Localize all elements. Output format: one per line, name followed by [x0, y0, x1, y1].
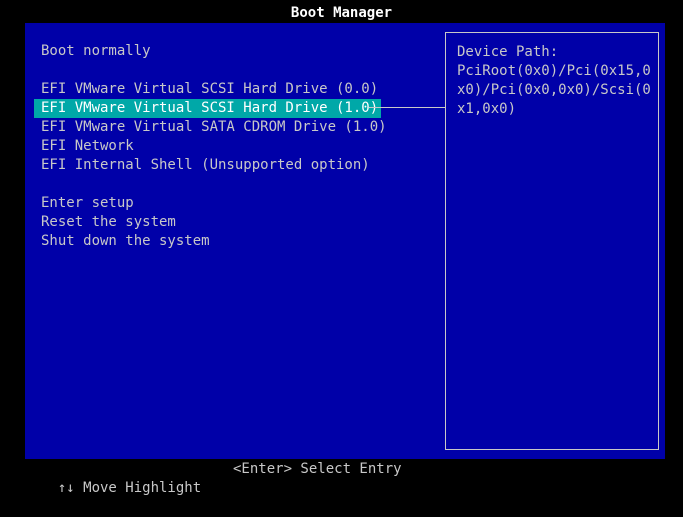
help-box: Device Path: PciRoot(0x0)/Pci(0x15,0x0)/… — [445, 32, 659, 450]
menu-spacer — [41, 61, 44, 80]
menu-item-boot-normally[interactable]: Boot normally — [41, 42, 154, 61]
footer-help: ↑↓ Move Highlight <Enter> Select Entry — [41, 460, 402, 517]
menu-item-efi-network[interactable]: EFI Network — [41, 137, 137, 156]
menu-item-reset-system[interactable]: Reset the system — [41, 213, 179, 232]
menu-item-internal-shell[interactable]: EFI Internal Shell (Unsupported option) — [41, 156, 373, 175]
menu-item-scsi-0-0[interactable]: EFI VMware Virtual SCSI Hard Drive (0.0) — [41, 80, 381, 99]
boot-menu: Boot normally EFI VMware Virtual SCSI Ha… — [34, 42, 390, 251]
footer-select-entry: <Enter> Select Entry — [233, 461, 402, 477]
footer-move-highlight: ↑↓ Move Highlight — [57, 480, 202, 496]
window-title: Boot Manager — [290, 5, 393, 21]
menu-item-enter-setup[interactable]: Enter setup — [41, 194, 137, 213]
menu-item-shut-down[interactable]: Shut down the system — [41, 232, 213, 251]
selection-connector-line — [369, 107, 445, 108]
menu-spacer — [41, 175, 44, 194]
help-title: Device Path: — [457, 44, 559, 60]
device-path-text: PciRoot(0x0)/Pci(0x15,0x0)/Pci(0x0,0x0)/… — [457, 63, 651, 117]
menu-item-sata-cdrom[interactable]: EFI VMware Virtual SATA CDROM Drive (1.0… — [41, 118, 390, 137]
menu-item-scsi-1-0[interactable]: EFI VMware Virtual SCSI Hard Drive (1.0) — [34, 99, 382, 118]
